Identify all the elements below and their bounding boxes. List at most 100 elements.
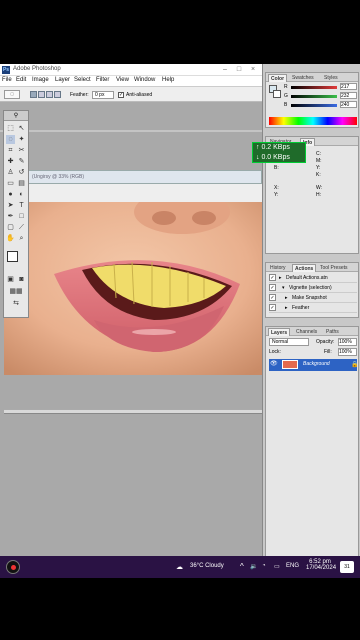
minimize-button[interactable]: –	[218, 65, 232, 75]
red-value[interactable]: 217	[340, 83, 357, 90]
tab-actions[interactable]: Actions	[292, 264, 317, 272]
magic-wand-tool-icon[interactable]: ✦	[17, 135, 26, 144]
menu-view[interactable]: View	[116, 77, 129, 83]
action-toggle-checkbox[interactable]: ✓	[269, 284, 276, 291]
opacity-input[interactable]: 100%	[338, 338, 357, 346]
color-panel-tabs: Color Swatches Styles	[266, 73, 358, 82]
battery-icon[interactable]: ▭	[274, 563, 280, 570]
action-toggle-checkbox[interactable]: ✓	[269, 304, 276, 311]
new-selection-icon[interactable]	[30, 91, 37, 98]
lock-icon: 🔒	[351, 362, 359, 368]
eye-visibility-icon[interactable]: 👁	[270, 361, 278, 368]
action-row[interactable]: ✓ ▸ Feather	[269, 303, 357, 313]
eraser-tool-icon[interactable]: ▭	[6, 179, 15, 188]
tab-tool-presets[interactable]: Tool Presets	[318, 264, 350, 272]
menu-image[interactable]: Image	[32, 77, 49, 83]
menu-window[interactable]: Window	[134, 77, 155, 83]
layer-row-background[interactable]: 👁 Background 🔒	[269, 359, 359, 371]
blend-mode-select[interactable]: Normal	[269, 338, 309, 346]
lasso-tool-preset-icon[interactable]: ◌	[4, 90, 20, 99]
expand-arrow-icon[interactable]: ▸	[285, 303, 288, 313]
document-titlebar[interactable]: (Ungirsy @ 33% (RGB)	[28, 170, 262, 184]
move-tool-icon[interactable]: ↖	[17, 124, 26, 133]
pen-tool-icon[interactable]: ✒	[6, 212, 15, 221]
jump-to-imageready-icon[interactable]: ⇆	[6, 299, 26, 308]
tab-color[interactable]: Color	[268, 74, 288, 82]
close-button[interactable]: ×	[246, 65, 260, 75]
tray-chevron-icon[interactable]: ^	[240, 562, 244, 571]
clone-stamp-icon[interactable]: ♙	[6, 168, 15, 177]
folder-icon: ▸	[279, 275, 282, 281]
menu-layer[interactable]: Layer	[55, 77, 70, 83]
tab-channels[interactable]: Channels	[294, 328, 319, 336]
healing-brush-icon[interactable]: ✚	[6, 157, 15, 166]
action-row[interactable]: ✓ ▸ Make Snapshot	[269, 293, 357, 303]
history-brush-icon[interactable]: ↺	[17, 168, 26, 177]
actions-panel-tabs: History Actions Tool Presets	[266, 263, 358, 272]
weather-text[interactable]: 36°C Cloudy	[190, 563, 224, 569]
subtract-selection-icon[interactable]	[46, 91, 53, 98]
brush-tool-icon[interactable]: ✎	[17, 157, 26, 166]
gradient-tool-icon[interactable]: ▤	[17, 179, 26, 188]
tab-layers[interactable]: Layers	[268, 328, 291, 336]
zoom-tool-icon[interactable]: ⌕	[17, 234, 26, 243]
tab-swatches[interactable]: Swatches	[290, 74, 316, 82]
clock[interactable]: 6:52 pm 17/04/2024	[306, 559, 336, 571]
action-toggle-checkbox[interactable]: ✓	[269, 294, 276, 301]
slice-tool-icon[interactable]: ✂	[17, 146, 26, 155]
action-row[interactable]: ✓ ▾ Vignette (selection)	[269, 283, 357, 293]
weather-cloud-icon[interactable]: ☁	[176, 563, 183, 571]
action-toggle-checkbox[interactable]: ✓	[269, 274, 276, 281]
menu-edit[interactable]: Edit	[16, 77, 26, 83]
red-slider[interactable]	[291, 86, 337, 89]
action-row[interactable]: ✓ ▸ Default Actions.atn	[269, 273, 357, 283]
tab-styles[interactable]: Styles	[322, 74, 340, 82]
marquee-tool-icon[interactable]: ⬚	[6, 124, 15, 133]
feather-input[interactable]: 0 px	[92, 91, 114, 99]
blue-value[interactable]: 240	[340, 101, 357, 108]
expand-arrow-icon[interactable]: ▾	[282, 283, 285, 293]
app-taskbar-icon[interactable]	[6, 560, 20, 574]
document-scrollbar[interactable]	[4, 409, 262, 414]
color-ramp[interactable]	[269, 117, 357, 125]
window-title: Adobe Photoshop	[13, 66, 61, 72]
eyedropper-tool-icon[interactable]: ⟋	[17, 223, 26, 232]
speaker-icon[interactable]: 🔉	[250, 563, 257, 570]
tab-paths[interactable]: Paths	[324, 328, 341, 336]
shape-tool-icon[interactable]: □	[17, 212, 26, 221]
type-tool-icon[interactable]: T	[17, 201, 26, 210]
blur-tool-icon[interactable]: ●	[6, 190, 15, 199]
tab-history[interactable]: History	[268, 264, 288, 272]
standard-mode-icon[interactable]: ▣	[6, 275, 15, 284]
menu-filter[interactable]: Filter	[96, 77, 109, 83]
expand-arrow-icon[interactable]: ▸	[285, 293, 288, 303]
menu-file[interactable]: File	[2, 77, 12, 83]
hand-tool-icon[interactable]: ✋	[6, 234, 15, 243]
menu-select[interactable]: Select	[74, 77, 91, 83]
crop-tool-icon[interactable]: ⌗	[6, 146, 15, 155]
path-selection-icon[interactable]: ➤	[6, 201, 15, 210]
blue-slider[interactable]	[291, 104, 337, 107]
green-value[interactable]: 232	[340, 92, 357, 99]
screen-mode-icon[interactable]: ▦▦	[6, 287, 26, 296]
add-selection-icon[interactable]	[38, 91, 45, 98]
info-k-label: K:	[316, 172, 321, 178]
intersect-selection-icon[interactable]	[54, 91, 61, 98]
foreground-color-swatch[interactable]	[7, 251, 18, 262]
anti-aliased-checkbox[interactable]: ✓	[118, 92, 124, 98]
language-indicator[interactable]: ENG	[286, 563, 299, 569]
wifi-icon[interactable]: ◔	[262, 563, 266, 569]
background-swatch[interactable]	[273, 90, 281, 98]
notification-badge[interactable]: 31	[340, 561, 354, 573]
fill-input[interactable]: 100%	[338, 348, 357, 356]
notes-tool-icon[interactable]: ▢	[6, 223, 15, 232]
lasso-tool-icon[interactable]: ◌	[6, 135, 15, 144]
menu-help[interactable]: Help	[162, 77, 174, 83]
smile-photo[interactable]	[4, 202, 262, 375]
maximize-button[interactable]: □	[232, 65, 246, 75]
info-m-label: M:	[316, 158, 322, 164]
layers-panel: Layers Channels Paths Normal Opacity: 10…	[265, 326, 359, 572]
quick-mask-icon[interactable]: ◙	[17, 275, 26, 284]
dodge-tool-icon[interactable]: ◐	[17, 190, 26, 199]
green-slider[interactable]	[291, 95, 337, 98]
